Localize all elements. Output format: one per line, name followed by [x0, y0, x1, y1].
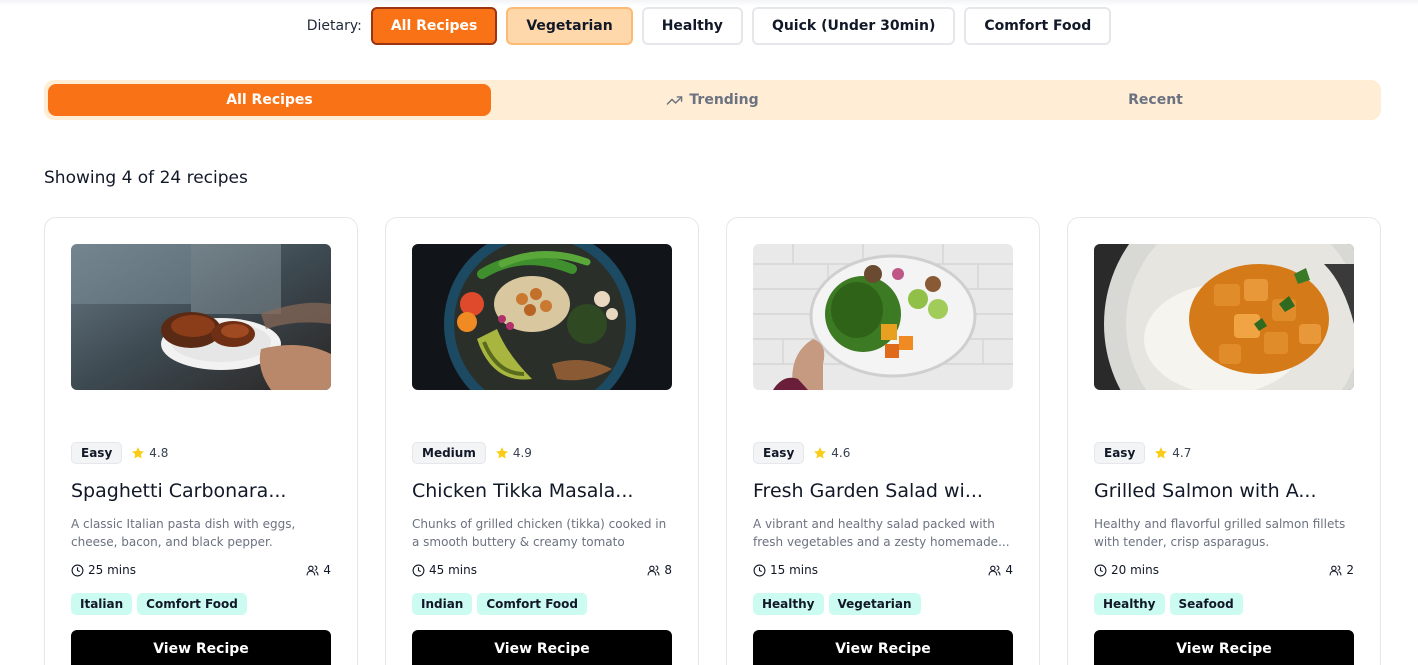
servings: 4	[306, 563, 331, 577]
tag: Comfort Food	[137, 593, 247, 615]
recipe-tags: Healthy Vegetarian	[753, 593, 921, 615]
recipe-stats: 15 mins 4	[753, 563, 1013, 577]
clock-icon	[71, 564, 84, 576]
difficulty-badge: Easy	[1094, 442, 1146, 464]
servings: 2	[1329, 563, 1354, 577]
view-recipe-button[interactable]: View Recipe	[753, 630, 1013, 665]
rating: 4.9	[495, 446, 532, 460]
filter-comfort-food[interactable]: Comfort Food	[964, 7, 1112, 45]
difficulty-badge: Medium	[412, 442, 486, 464]
recipe-description: A vibrant and healthy salad packed with …	[753, 517, 1010, 549]
recipe-tabs: All Recipes Trending Recent	[44, 80, 1381, 120]
recipe-card: Medium 4.9 Chicken Tikka Masala... Chunk…	[385, 217, 699, 665]
servings-value: 2	[1346, 563, 1354, 577]
dietary-label: Dietary:	[306, 18, 362, 34]
recipe-meta: Easy 4.6	[753, 442, 850, 464]
tab-all-recipes[interactable]: All Recipes	[48, 84, 491, 116]
servings: 8	[647, 563, 672, 577]
rating: 4.6	[813, 446, 850, 460]
recipe-title[interactable]: Fresh Garden Salad wi...	[753, 480, 1015, 502]
tag: Healthy	[1094, 593, 1165, 615]
cook-time-value: 25 mins	[88, 563, 136, 577]
rating-value: 4.6	[831, 446, 851, 460]
tab-label: Trending	[689, 92, 759, 108]
star-icon	[132, 447, 145, 459]
star-icon	[814, 447, 827, 459]
filter-healthy[interactable]: Healthy	[641, 7, 743, 45]
buddha-bowl-photo	[412, 244, 672, 390]
recipe-description: Healthy and flavorful grilled salmon fil…	[1094, 517, 1346, 549]
recipe-stats: 20 mins 2	[1094, 563, 1354, 577]
recipe-grid: Easy 4.8 Spaghetti Carbonara... A classi…	[44, 217, 1381, 665]
tab-label: Recent	[1128, 92, 1183, 108]
cook-time-value: 45 mins	[429, 563, 477, 577]
tag: Indian	[412, 593, 473, 615]
cook-time: 45 mins	[412, 563, 477, 577]
tab-recent[interactable]: Recent	[934, 84, 1377, 116]
results-count: Showing 4 of 24 recipes	[44, 168, 248, 188]
rating: 4.8	[131, 446, 168, 460]
recipe-tags: Indian Comfort Food	[412, 593, 587, 615]
recipe-title[interactable]: Chicken Tikka Masala...	[412, 480, 674, 502]
recipe-meta: Easy 4.7	[1094, 442, 1191, 464]
recipe-description: Chunks of grilled chicken (tikka) cooked…	[412, 517, 667, 549]
recipe-meta: Easy 4.8	[71, 442, 168, 464]
salad-bowl-photo	[753, 244, 1013, 390]
clock-icon	[753, 564, 766, 576]
view-recipe-button[interactable]: View Recipe	[71, 630, 331, 665]
star-icon	[1155, 447, 1168, 459]
servings: 4	[988, 563, 1013, 577]
tab-label: All Recipes	[226, 92, 313, 108]
users-icon	[1329, 564, 1342, 575]
recipe-tags: Healthy Seafood	[1094, 593, 1243, 615]
servings-value: 4	[323, 563, 331, 577]
recipe-stats: 45 mins 8	[412, 563, 672, 577]
rating-value: 4.8	[149, 446, 169, 460]
star-icon	[495, 447, 508, 459]
tag: Vegetarian	[828, 593, 921, 615]
tab-trending[interactable]: Trending	[491, 84, 934, 116]
dietary-filter-bar: Dietary: All Recipes Vegetarian Healthy …	[0, 6, 1418, 46]
tag: Healthy	[753, 593, 824, 615]
servings-value: 4	[1005, 563, 1013, 577]
tag: Comfort Food	[477, 593, 587, 615]
difficulty-badge: Easy	[753, 442, 805, 464]
users-icon	[306, 564, 319, 575]
filter-quick[interactable]: Quick (Under 30min)	[751, 7, 956, 45]
filter-vegetarian[interactable]: Vegetarian	[506, 7, 633, 45]
recipe-card: Easy 4.7 Grilled Salmon with A... Health…	[1067, 217, 1381, 665]
servings-value: 8	[664, 563, 672, 577]
recipe-title[interactable]: Spaghetti Carbonara...	[71, 480, 333, 502]
recipe-tags: Italian Comfort Food	[71, 593, 247, 615]
cook-time: 20 mins	[1094, 563, 1159, 577]
rating: 4.7	[1154, 446, 1191, 460]
cook-time: 25 mins	[71, 563, 136, 577]
recipe-title[interactable]: Grilled Salmon with A...	[1094, 480, 1356, 502]
view-recipe-button[interactable]: View Recipe	[412, 630, 672, 665]
filter-all-recipes[interactable]: All Recipes	[370, 7, 498, 45]
trending-up-icon	[667, 95, 683, 105]
cook-time: 15 mins	[753, 563, 818, 577]
users-icon	[988, 564, 1001, 575]
rating-value: 4.7	[1172, 446, 1192, 460]
curry-rice-photo	[1094, 244, 1354, 390]
cook-time-value: 15 mins	[770, 563, 818, 577]
recipe-meta: Medium 4.9	[412, 442, 532, 464]
recipe-description: A classic Italian pasta dish with eggs, …	[71, 517, 296, 549]
rating-value: 4.9	[512, 446, 532, 460]
recipe-card: Easy 4.8 Spaghetti Carbonara... A classi…	[44, 217, 358, 665]
clock-icon	[1094, 564, 1107, 576]
tag: Italian	[71, 593, 133, 615]
recipe-card: Easy 4.6 Fresh Garden Salad wi... A vibr…	[726, 217, 1040, 665]
clock-icon	[412, 564, 425, 576]
grilled-chicken-photo	[71, 244, 331, 390]
tag: Seafood	[1169, 593, 1243, 615]
difficulty-badge: Easy	[71, 442, 123, 464]
recipe-stats: 25 mins 4	[71, 563, 331, 577]
view-recipe-button[interactable]: View Recipe	[1094, 630, 1354, 665]
cook-time-value: 20 mins	[1111, 563, 1159, 577]
users-icon	[647, 564, 660, 575]
